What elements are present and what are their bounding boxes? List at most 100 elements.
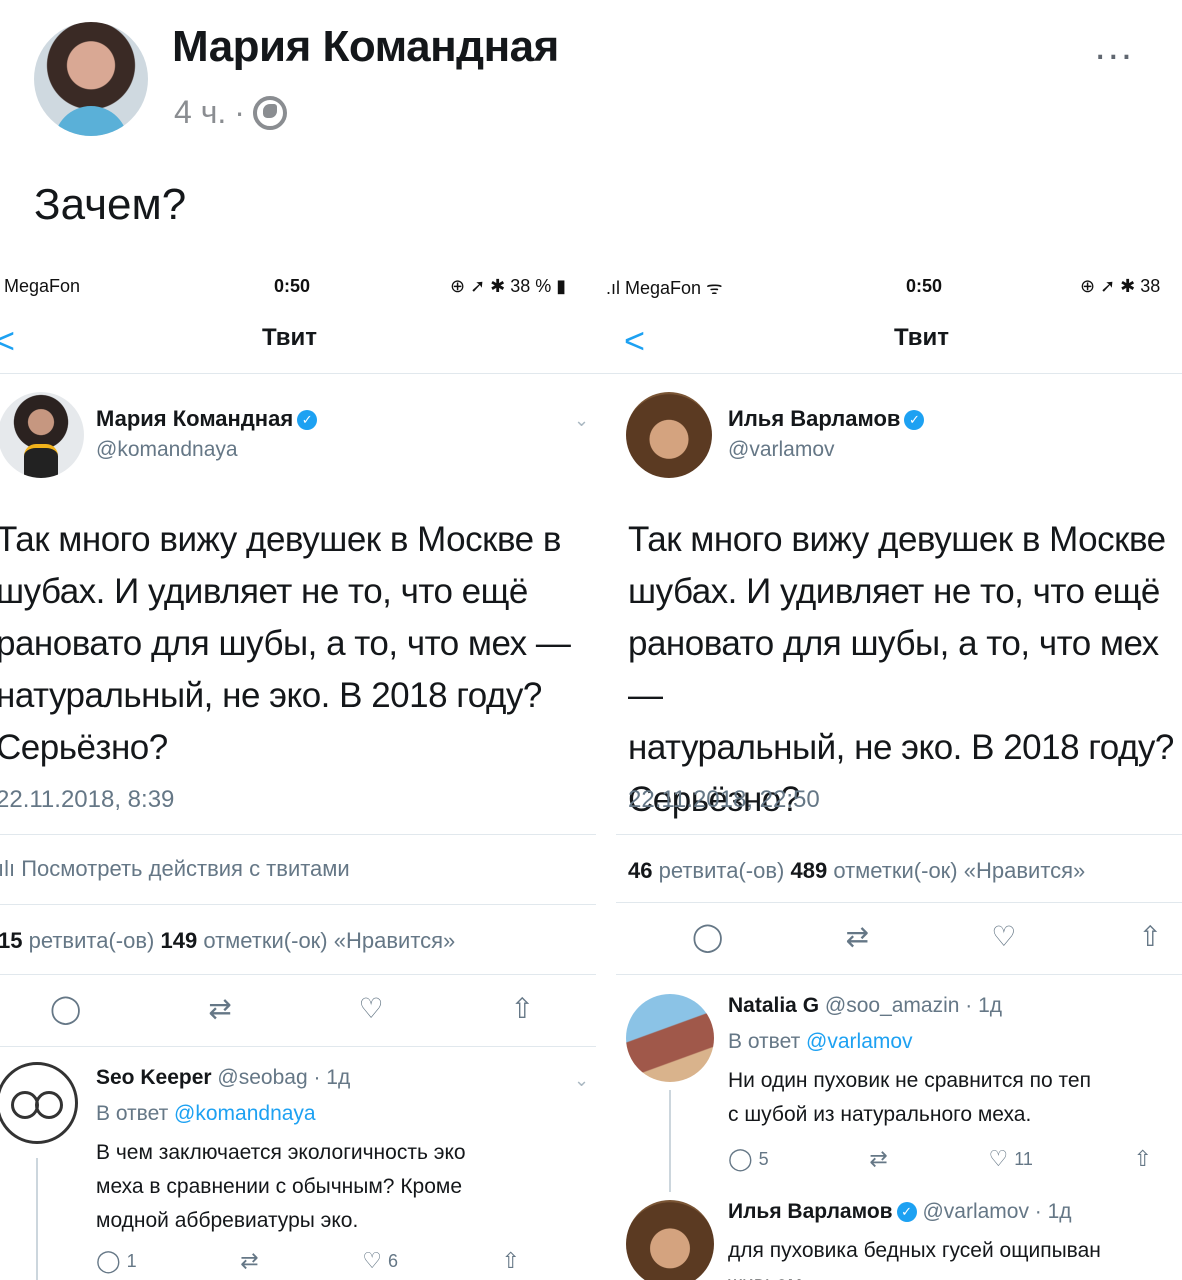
tweet-author-handle[interactable]: @varlamov [728, 438, 835, 462]
reply-to-link[interactable]: @varlamov [806, 1030, 913, 1053]
reply-author-avatar[interactable] [626, 1200, 714, 1280]
tweet-activity-link[interactable]: ılı Посмотреть действия с твитами [0, 856, 350, 882]
share-icon[interactable]: ⇧ [511, 992, 534, 1025]
tweet-stats[interactable]: 15 ретвита(-ов) 149 отметки(-ок) «Нравит… [0, 928, 455, 954]
carrier-label: .ıl MegaFon ᯤ [606, 278, 723, 298]
heart-icon[interactable]: ♡ 11 [988, 1146, 1032, 1172]
back-button[interactable]: < [624, 320, 645, 362]
divider [616, 834, 1182, 835]
tweet-actions: ◯ ⇄ ♡ ⇧ [50, 992, 534, 1025]
tweet-date: 22.11.2018, 22:50 [628, 786, 820, 813]
like-count: 11 [1014, 1148, 1033, 1169]
retweet-icon[interactable]: ⇄ [208, 992, 231, 1025]
reply-author-name: Илья Варламов [728, 1200, 893, 1223]
reply-handle-time: @soo_amazin · 1д [824, 994, 1003, 1017]
heart-icon[interactable]: ♡ 6 [362, 1248, 398, 1274]
reply-actions: ◯ 1 ⇄ ♡ 6 ⇧ [96, 1248, 520, 1274]
author-name-text: Мария Командная [96, 406, 294, 431]
tweet-actions: ◯ ⇄ ♡ ⇧ [692, 920, 1162, 953]
post-author-avatar[interactable] [34, 22, 148, 136]
reply-author-avatar[interactable] [626, 994, 714, 1082]
nav-title: Твит [262, 324, 318, 351]
retweet-label: ретвита(-ов) [28, 928, 155, 953]
tweet-author-avatar[interactable] [626, 392, 712, 478]
reply-count: 5 [758, 1148, 769, 1169]
reply-icon[interactable]: ◯ [50, 992, 81, 1025]
tweet-author-name[interactable]: Мария Командная ✓ [96, 406, 318, 432]
nav-bar: < Твит [0, 314, 596, 374]
reply-author-avatar[interactable] [0, 1062, 78, 1144]
reply-prefix: В ответ [96, 1102, 169, 1125]
share-icon[interactable]: ⇧ [1139, 920, 1162, 953]
heart-icon[interactable]: ♡ [359, 992, 384, 1025]
retweet-count: 15 [0, 928, 23, 953]
share-icon[interactable]: ⇧ [1134, 1146, 1152, 1172]
right-tweet-screenshot: .ıl MegaFon ᯤ 0:50 ⊕ ➚ ✱ 38 < Твит Илья … [596, 262, 1182, 1280]
reply-to-line: В ответ @varlamov [728, 1030, 913, 1054]
reply-text: В чем заключается экологичность эко меха… [96, 1141, 466, 1232]
tweet-author-handle[interactable]: @komandnaya [96, 438, 238, 462]
meta-separator: · [234, 94, 245, 130]
nav-title: Твит [894, 324, 950, 351]
like-count: 149 [160, 928, 198, 953]
battery-percent: 38 % [510, 276, 552, 296]
post-text: Зачем? [34, 180, 187, 229]
carrier-name: MegaFon [625, 278, 702, 298]
divider [616, 902, 1182, 903]
status-icons: ⊕ ➚ ✱ 38 [1080, 276, 1161, 296]
reply-count: 1 [126, 1250, 137, 1271]
retweet-icon[interactable]: ⇄ [869, 1146, 887, 1172]
reply-prefix: В ответ [728, 1030, 801, 1053]
chevron-down-icon[interactable]: ⌄ [574, 1070, 589, 1091]
retweet-icon[interactable]: ⇄ [846, 920, 869, 953]
tweet-text: Так много вижу девушек в Москве шубах. И… [628, 520, 1174, 819]
reply-author[interactable]: Seo Keeper @seobag · 1д [96, 1066, 350, 1090]
tweet-text: Так много вижу девушек в Москве в шубах.… [0, 520, 571, 767]
post-author-name[interactable]: Мария Командная [172, 22, 559, 72]
thread-line [36, 1158, 38, 1280]
left-tweet-screenshot: MegaFon 0:50 ⊕ ➚ ✱ 38 % ▮ < Твит Мария К… [0, 262, 596, 1280]
globe-icon [252, 95, 287, 130]
status-time: 0:50 [906, 276, 943, 296]
reply-author[interactable]: Илья Варламов ✓ @varlamov · 1д [728, 1200, 1072, 1224]
reply-actions: ◯ 5 ⇄ ♡ 11 ⇧ [728, 1146, 1152, 1172]
status-icons: ⊕ ➚ ✱ 38 % ▮ [450, 276, 567, 296]
carrier-label: MegaFon [4, 276, 81, 296]
reply-text: для пуховика бедных гусей ощипыван живье… [728, 1239, 1101, 1280]
tweet-date: 22.11.2018, 8:39 [0, 786, 175, 813]
reply-author-name: Natalia G [728, 994, 820, 1017]
like-label: отметки(-ок) «Нравится» [833, 858, 1086, 883]
share-icon[interactable]: ⇧ [502, 1248, 520, 1274]
retweet-label: ретвита(-ов) [658, 858, 785, 883]
reply-icon[interactable]: ◯ [692, 920, 723, 953]
divider [0, 834, 596, 835]
activity-icon: ılı [0, 856, 22, 881]
heart-icon[interactable]: ♡ [991, 920, 1016, 953]
tweet-author-avatar[interactable] [0, 392, 84, 478]
divider [0, 1046, 596, 1047]
thread-line [669, 1090, 671, 1192]
verified-icon: ✓ [896, 1202, 917, 1223]
reply-author[interactable]: Natalia G @soo_amazin · 1д [728, 994, 1002, 1018]
author-name-text: Илья Варламов [728, 406, 901, 431]
tweet-author-name[interactable]: Илья Варламов ✓ [728, 406, 925, 432]
divider [0, 974, 596, 975]
retweet-icon[interactable]: ⇄ [240, 1248, 258, 1274]
retweet-count: 46 [628, 858, 653, 883]
reply-icon[interactable]: ◯ 1 [96, 1248, 137, 1274]
reply-handle-time: @varlamov · 1д [922, 1200, 1072, 1223]
verified-icon: ✓ [904, 410, 925, 431]
verified-icon: ✓ [297, 410, 318, 431]
reply-text: Ни один пуховик не сравнится по теп с шу… [728, 1069, 1091, 1126]
back-button[interactable]: < [0, 320, 15, 362]
chevron-down-icon[interactable]: ⌄ [574, 410, 589, 431]
more-options-button[interactable]: ... [1095, 24, 1134, 69]
reply-icon[interactable]: ◯ 5 [728, 1146, 769, 1172]
tweet-stats[interactable]: 46 ретвита(-ов) 489 отметки(-ок) «Нравит… [628, 858, 1085, 884]
battery-percent: 38 [1140, 276, 1161, 296]
activity-label: Посмотреть действия с твитами [21, 856, 350, 881]
like-count: 6 [387, 1250, 398, 1271]
reply-to-link[interactable]: @komandnaya [174, 1102, 316, 1125]
post-time[interactable]: 4 ч. [174, 94, 226, 131]
status-bar: MegaFon 0:50 ⊕ ➚ ✱ 38 % ▮ [0, 276, 596, 300]
